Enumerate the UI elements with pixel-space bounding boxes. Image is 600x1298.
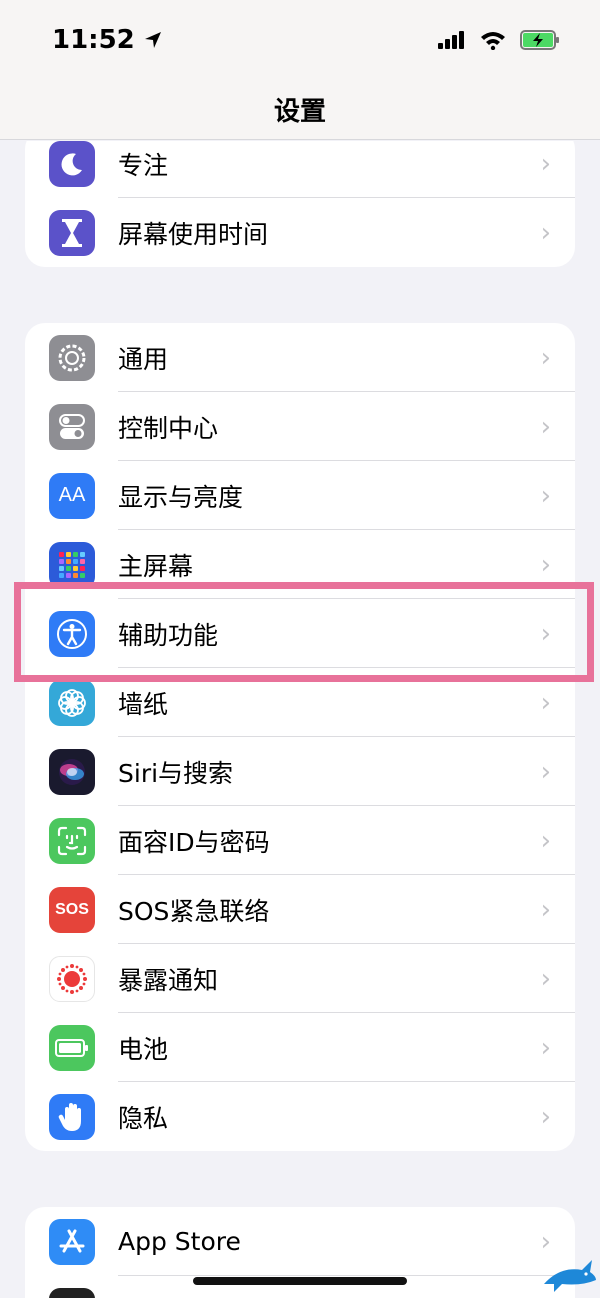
settings-row-siri[interactable]: Siri与搜索 › bbox=[25, 737, 575, 806]
settings-row-accessibility[interactable]: 辅助功能 › bbox=[25, 599, 575, 668]
settings-row-focus[interactable]: 专注 › bbox=[25, 141, 575, 198]
battery-charging-icon bbox=[520, 30, 559, 50]
flower-icon bbox=[49, 679, 95, 726]
settings-row-control-center[interactable]: 控制中心 › bbox=[25, 392, 575, 461]
cellular-signal-icon bbox=[438, 31, 464, 49]
settings-group-main: 通用 › 控制中心 › AA 显示与亮度 › 主屏幕 › 辅助功能 › 墙纸 ›… bbox=[25, 323, 575, 1151]
settings-row-wallpaper[interactable]: 墙纸 › bbox=[25, 668, 575, 737]
face-id-icon bbox=[49, 817, 95, 864]
row-label: 控制中心 bbox=[118, 413, 219, 443]
settings-row-display[interactable]: AA 显示与亮度 › bbox=[25, 461, 575, 530]
location-arrow-icon bbox=[144, 32, 161, 48]
status-time: 11:52 bbox=[52, 25, 163, 55]
row-label: 隐私 bbox=[118, 1103, 169, 1133]
row-label: Siri与搜索 bbox=[118, 758, 234, 788]
shark-logo-icon bbox=[544, 1260, 596, 1292]
row-label: 专注 bbox=[118, 150, 169, 180]
settings-row-home-screen[interactable]: 主屏幕 › bbox=[25, 530, 575, 599]
chevron-right-icon: › bbox=[540, 825, 551, 856]
moon-icon bbox=[49, 141, 95, 187]
app-store-icon bbox=[49, 1218, 95, 1265]
hand-icon bbox=[49, 1093, 95, 1140]
settings-row-screen-time[interactable]: 屏幕使用时间 › bbox=[25, 198, 575, 267]
watermark-logo bbox=[462, 1240, 598, 1296]
chevron-right-icon: › bbox=[540, 549, 551, 580]
status-bar: 11:52 bbox=[0, 0, 600, 80]
chevron-right-icon: › bbox=[540, 1032, 551, 1063]
row-label: 屏幕使用时间 bbox=[118, 219, 269, 249]
wifi-icon bbox=[481, 32, 505, 50]
chevron-right-icon: › bbox=[540, 894, 551, 925]
chevron-right-icon: › bbox=[540, 963, 551, 994]
chevron-right-icon: › bbox=[540, 618, 551, 649]
chevron-right-icon: › bbox=[540, 480, 551, 511]
hourglass-icon bbox=[49, 209, 95, 256]
settings-row-battery[interactable]: 电池 › bbox=[25, 1013, 575, 1082]
exposure-icon bbox=[49, 955, 95, 1002]
settings-row-face-id[interactable]: 面容ID与密码 › bbox=[25, 806, 575, 875]
settings-list[interactable]: 专注 › 屏幕使用时间 › 通用 › 控制中心 › AA 显示与亮度 › 主屏幕… bbox=[0, 141, 600, 1298]
row-label: 显示与亮度 bbox=[118, 482, 244, 512]
text-size-icon: AA bbox=[49, 472, 95, 519]
accessibility-icon bbox=[49, 610, 95, 657]
chevron-right-icon: › bbox=[540, 411, 551, 442]
settings-row-emergency-sos[interactable]: SOS SOS紧急联络 › bbox=[25, 875, 575, 944]
sos-icon: SOS bbox=[49, 886, 95, 933]
home-indicator[interactable] bbox=[193, 1277, 407, 1285]
settings-row-privacy[interactable]: 隐私 › bbox=[25, 1082, 575, 1151]
sos-glyph: SOS bbox=[55, 900, 89, 918]
row-label: 墙纸 bbox=[118, 689, 169, 719]
settings-row-general[interactable]: 通用 › bbox=[25, 323, 575, 392]
text-size-glyph: AA bbox=[58, 484, 86, 506]
gear-icon bbox=[49, 334, 95, 381]
row-label: 面容ID与密码 bbox=[118, 827, 270, 857]
settings-group-focus: 专注 › 屏幕使用时间 › bbox=[25, 141, 575, 267]
row-label: 暴露通知 bbox=[118, 965, 219, 995]
row-label: SOS紧急联络 bbox=[118, 896, 270, 926]
chevron-right-icon: › bbox=[540, 1101, 551, 1132]
navigation-bar: 设置 bbox=[0, 80, 600, 140]
page-title: 设置 bbox=[273, 97, 326, 127]
toggles-icon bbox=[49, 403, 95, 450]
time-text: 11:52 bbox=[52, 25, 135, 55]
chevron-right-icon: › bbox=[540, 217, 551, 248]
wallet-icon bbox=[49, 1287, 95, 1298]
settings-row-exposure[interactable]: 暴露通知 › bbox=[25, 944, 575, 1013]
chevron-right-icon: › bbox=[540, 342, 551, 373]
row-label: 电池 bbox=[118, 1034, 169, 1064]
chevron-right-icon: › bbox=[540, 148, 551, 179]
row-label: 辅助功能 bbox=[118, 620, 219, 650]
battery-icon bbox=[49, 1024, 95, 1071]
siri-icon bbox=[49, 748, 95, 795]
row-label: App Store bbox=[118, 1227, 241, 1256]
chevron-right-icon: › bbox=[540, 687, 551, 718]
chevron-right-icon: › bbox=[540, 756, 551, 787]
row-label: 通用 bbox=[118, 344, 169, 374]
row-label: 主屏幕 bbox=[118, 551, 194, 581]
app-grid-icon bbox=[49, 541, 95, 588]
